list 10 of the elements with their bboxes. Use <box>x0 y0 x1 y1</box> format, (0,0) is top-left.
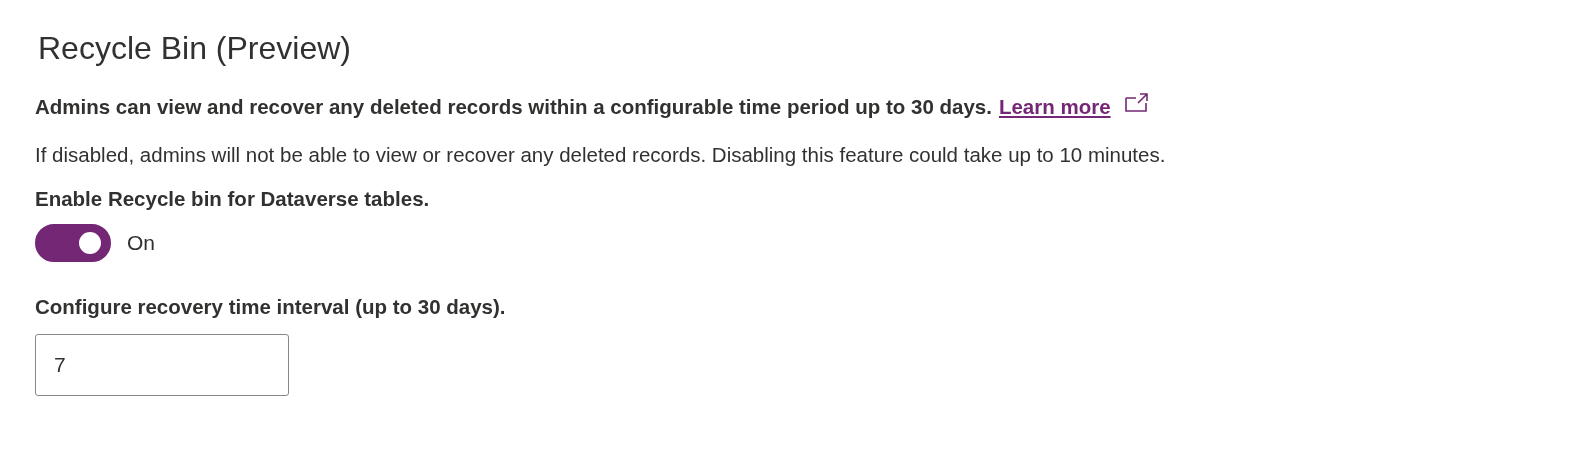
interval-input-field[interactable]: 7 <box>35 334 289 396</box>
description-text: Admins can view and recover any deleted records within a configurable time period up to 30 days. <box>35 95 992 119</box>
toggle-label: Enable Recycle bin for Dataverse tables. <box>35 186 431 212</box>
interval-label: Configure recovery time interval (up to 30 days). <box>35 294 507 320</box>
external-link-icon[interactable] <box>1124 93 1149 113</box>
note-text: If disabled, admins will not be able to view or recover any deleted records. Disabling this feature could take up to 10 minutes. <box>35 142 1167 168</box>
section-title: Recycle Bin (Preview) <box>38 29 352 68</box>
toggle-state-text: On <box>127 231 155 255</box>
learn-more-link[interactable]: Learn more <box>998 95 1111 119</box>
toggle-switch[interactable] <box>35 224 111 262</box>
